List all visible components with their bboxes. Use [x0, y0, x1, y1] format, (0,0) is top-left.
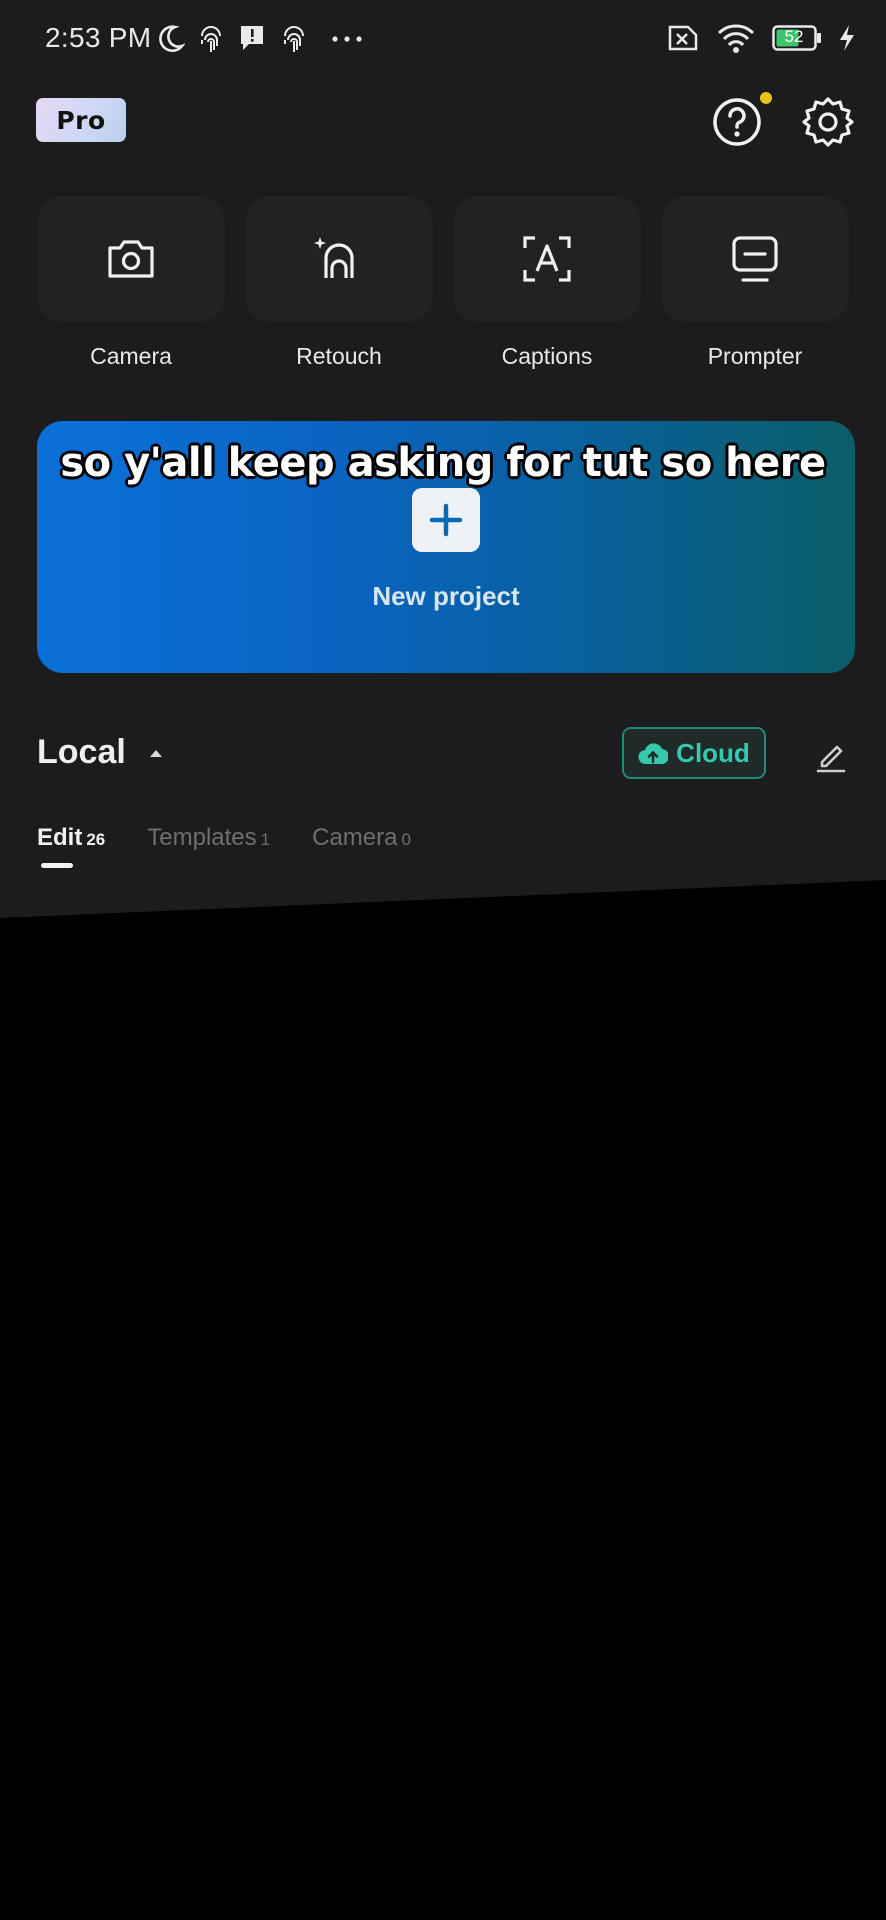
fingerprint-icon — [284, 26, 304, 52]
tool-retouch-button[interactable] — [245, 196, 433, 322]
overlay-caption: so y'all keep asking for tut so here — [60, 440, 826, 486]
edit-pencil-icon[interactable] — [815, 737, 847, 773]
battery-level: 52 — [784, 27, 804, 46]
empty-content-area — [0, 880, 886, 1920]
tab-camera-count: 0 — [401, 830, 411, 849]
prompter-icon — [732, 236, 778, 282]
tool-camera-button[interactable] — [37, 196, 225, 322]
fingerprint-icon — [201, 26, 221, 52]
tab-edit-count: 26 — [86, 830, 106, 849]
active-tab-indicator — [41, 863, 73, 868]
project-tabs: Edit 26 Templates 1 Camera 0 — [37, 824, 453, 852]
message-alert-icon — [241, 26, 263, 50]
caret-up-icon[interactable] — [149, 748, 163, 758]
plus-box — [412, 488, 480, 552]
tab-templates-label: Templates — [147, 824, 257, 851]
help-icon[interactable] — [711, 96, 763, 148]
local-title[interactable]: Local — [37, 733, 126, 772]
tool-captions-label: Captions — [501, 343, 593, 369]
no-sim-icon — [668, 25, 698, 51]
battery-indicator: 52 — [772, 25, 822, 51]
tool-prompter-button[interactable] — [661, 196, 849, 322]
more-notifications-icon — [332, 36, 362, 42]
captions-icon — [523, 236, 571, 282]
tool-captions-button[interactable] — [453, 196, 641, 322]
tool-prompter-label: Prompter — [707, 343, 803, 369]
plus-icon — [429, 503, 463, 537]
new-project-label: New project — [372, 581, 520, 611]
tool-camera-label: Camera — [90, 343, 172, 369]
tab-edit[interactable]: Edit 26 — [37, 824, 105, 852]
tab-templates-count: 1 — [260, 830, 271, 849]
status-bar: 2:53 PM 52 — [0, 0, 886, 78]
cloud-upload-icon — [638, 743, 669, 765]
cloud-button[interactable]: Cloud — [622, 727, 766, 779]
settings-gear-icon[interactable] — [802, 96, 854, 148]
tab-camera-label: Camera — [312, 824, 398, 851]
tab-camera[interactable]: Camera 0 — [312, 824, 411, 852]
moon-icon — [159, 25, 185, 53]
status-time: 2:53 PM — [45, 22, 152, 53]
tab-edit-label: Edit — [37, 824, 83, 851]
tool-retouch-label: Retouch — [296, 343, 382, 369]
retouch-icon — [314, 237, 354, 278]
camera-icon — [108, 240, 154, 278]
tab-templates[interactable]: Templates 1 — [147, 824, 270, 852]
pro-badge[interactable]: Pro — [36, 98, 126, 142]
status-right: 52 — [664, 22, 856, 54]
notification-dot — [760, 92, 772, 104]
app-screen: 2:53 PM 52 Pro Camera Retouch Captions P… — [0, 0, 886, 918]
wifi-icon — [717, 24, 755, 53]
charging-bolt-icon — [840, 25, 854, 51]
cloud-label: Cloud — [676, 737, 750, 768]
